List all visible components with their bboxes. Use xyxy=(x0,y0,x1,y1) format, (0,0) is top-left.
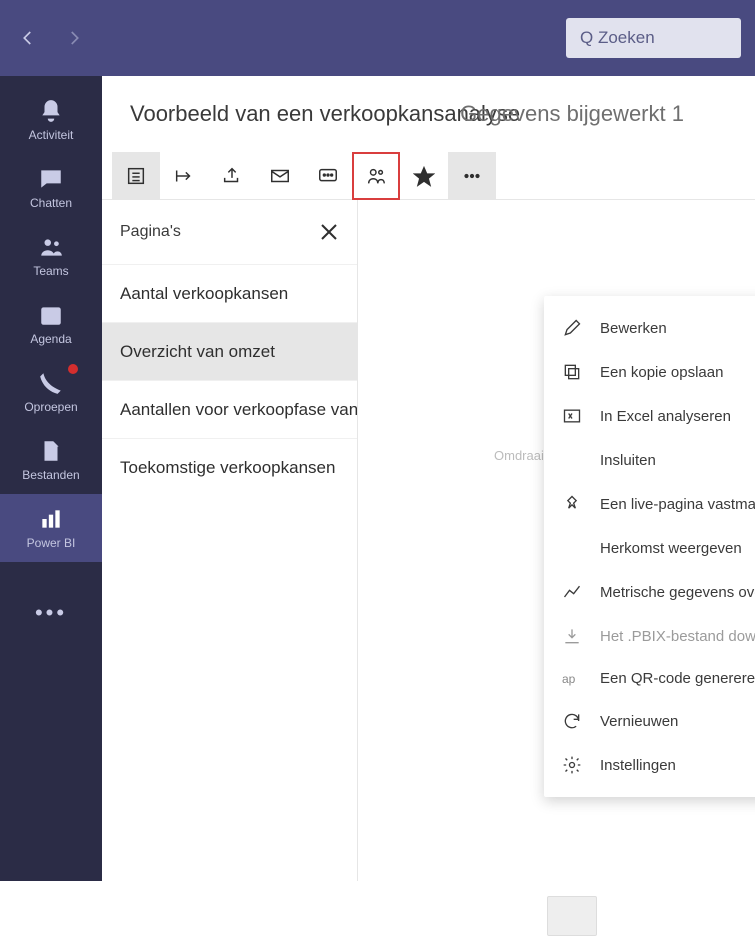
rail-label: Teams xyxy=(33,264,68,278)
ctx-label: Instellingen xyxy=(600,757,676,774)
qr-icon: ap xyxy=(562,672,582,686)
ctx-usage-metrics[interactable]: Metrische gegevens over gebruik xyxy=(544,570,755,614)
ctx-label: Insluiten xyxy=(600,452,656,469)
ctx-label: Het .PBIX-bestand downloaden xyxy=(600,628,755,645)
rail-label: Activiteit xyxy=(29,128,74,142)
search-placeholder: Q Zoeken xyxy=(580,28,655,48)
toolbar-comment[interactable] xyxy=(304,152,352,200)
rail-more-button[interactable]: ••• xyxy=(35,600,67,626)
toolbar-teams-chat[interactable] xyxy=(352,152,400,200)
gear-icon xyxy=(562,755,582,775)
chevron-right-icon xyxy=(65,29,83,47)
notification-badge xyxy=(68,364,78,374)
mail-icon xyxy=(269,165,291,187)
page-item[interactable]: Aantal verkoopkansen xyxy=(102,264,357,322)
page-item[interactable]: Toekomstige verkoopkansen xyxy=(102,438,357,496)
ctx-label: Metrische gegevens over gebruik xyxy=(600,584,755,601)
ghost-button xyxy=(547,896,597,936)
bell-icon xyxy=(38,98,64,124)
app-rail: Activiteit Chatten Teams Agenda Oproepen… xyxy=(0,76,102,881)
ctx-label: Een kopie opslaan xyxy=(600,364,723,381)
ctx-label: Een live-pagina vastmaken xyxy=(600,496,755,513)
rail-item-calendar[interactable]: Agenda xyxy=(0,290,102,358)
more-actions-menu: Bewerken Een kopie opslaan In Excel anal… xyxy=(544,296,755,797)
rail-item-files[interactable]: Bestanden xyxy=(0,426,102,494)
history-back-button[interactable] xyxy=(14,24,42,52)
toolbar-pages-toggle[interactable] xyxy=(112,152,160,200)
calendar-icon xyxy=(38,302,64,328)
metrics-icon xyxy=(562,582,582,602)
report-header: Voorbeeld van een verkoopkansanalyse Geg… xyxy=(102,76,755,152)
goto-icon xyxy=(173,165,195,187)
teams-icon xyxy=(365,165,387,187)
toolbar-mail[interactable] xyxy=(256,152,304,200)
ctx-download-pbix: Het .PBIX-bestand downloaden xyxy=(544,614,755,658)
ctx-qr-code[interactable]: ap Een QR-code genereren xyxy=(544,658,755,699)
chevron-left-icon xyxy=(19,29,37,47)
rail-label: Agenda xyxy=(30,332,71,346)
close-icon xyxy=(317,220,341,244)
ctx-edit[interactable]: Bewerken xyxy=(544,306,755,350)
pages-close-button[interactable] xyxy=(315,218,343,246)
file-icon xyxy=(38,438,64,464)
excel-icon xyxy=(562,406,582,426)
pin-icon xyxy=(562,494,582,514)
rail-item-chat[interactable]: Chatten xyxy=(0,154,102,222)
ctx-refresh[interactable]: Vernieuwen xyxy=(544,699,755,743)
page-item[interactable]: Overzicht van omzet xyxy=(102,322,357,380)
download-icon xyxy=(562,626,582,646)
ctx-analyze-excel[interactable]: In Excel analyseren xyxy=(544,394,755,438)
page-item[interactable]: Aantallen voor verkoopfase van regio xyxy=(102,380,357,438)
main-content: Voorbeeld van een verkoopkansanalyse Geg… xyxy=(102,76,755,881)
rail-item-activity[interactable]: Activiteit xyxy=(0,86,102,154)
pages-header: Pagina's xyxy=(120,223,181,241)
rail-label: Oproepen xyxy=(24,400,77,414)
team-icon xyxy=(38,234,64,260)
title-bar: Q Zoeken xyxy=(0,0,755,76)
ctx-label: Herkomst weergeven xyxy=(600,540,742,557)
toolbar-more[interactable] xyxy=(448,152,496,200)
rail-item-powerbi[interactable]: Power BI xyxy=(0,494,102,562)
pencil-icon xyxy=(562,318,582,338)
pages-panel: Pagina's Aantal verkoopkansen Overzicht … xyxy=(102,200,358,881)
toolbar-share[interactable] xyxy=(208,152,256,200)
ctx-lineage[interactable]: Herkomst weergeven xyxy=(544,526,755,570)
ctx-label: Bewerken xyxy=(600,320,667,337)
ctx-label: Een QR-code genereren xyxy=(600,670,755,687)
star-icon xyxy=(413,165,435,187)
comment-icon xyxy=(317,165,339,187)
chat-icon xyxy=(38,166,64,192)
more-icon xyxy=(461,165,483,187)
ctx-label: In Excel analyseren xyxy=(600,408,731,425)
rail-label: Power BI xyxy=(27,536,76,550)
rail-label: Chatten xyxy=(30,196,72,210)
ctx-embed[interactable]: Insluiten xyxy=(544,438,755,482)
ctx-settings[interactable]: Instellingen xyxy=(544,743,755,787)
history-forward-button[interactable] xyxy=(60,24,88,52)
report-toolbar xyxy=(102,152,755,200)
refresh-icon xyxy=(562,711,582,731)
rail-label: Bestanden xyxy=(22,468,79,482)
ctx-save-copy[interactable]: Een kopie opslaan xyxy=(544,350,755,394)
toolbar-favorite[interactable] xyxy=(400,152,448,200)
share-icon xyxy=(221,165,243,187)
report-subtitle: Gegevens bijgewerkt 1 xyxy=(460,101,684,127)
rail-item-calls[interactable]: Oproepen xyxy=(0,358,102,426)
toolbar-goto[interactable] xyxy=(160,152,208,200)
rail-item-teams[interactable]: Teams xyxy=(0,222,102,290)
ctx-label: Vernieuwen xyxy=(600,713,678,730)
powerbi-icon xyxy=(38,506,64,532)
list-icon xyxy=(125,165,147,187)
ctx-pin-live[interactable]: Een live-pagina vastmaken xyxy=(544,482,755,526)
search-input[interactable]: Q Zoeken xyxy=(566,18,741,58)
phone-icon xyxy=(38,370,64,396)
copy-icon xyxy=(562,362,582,382)
